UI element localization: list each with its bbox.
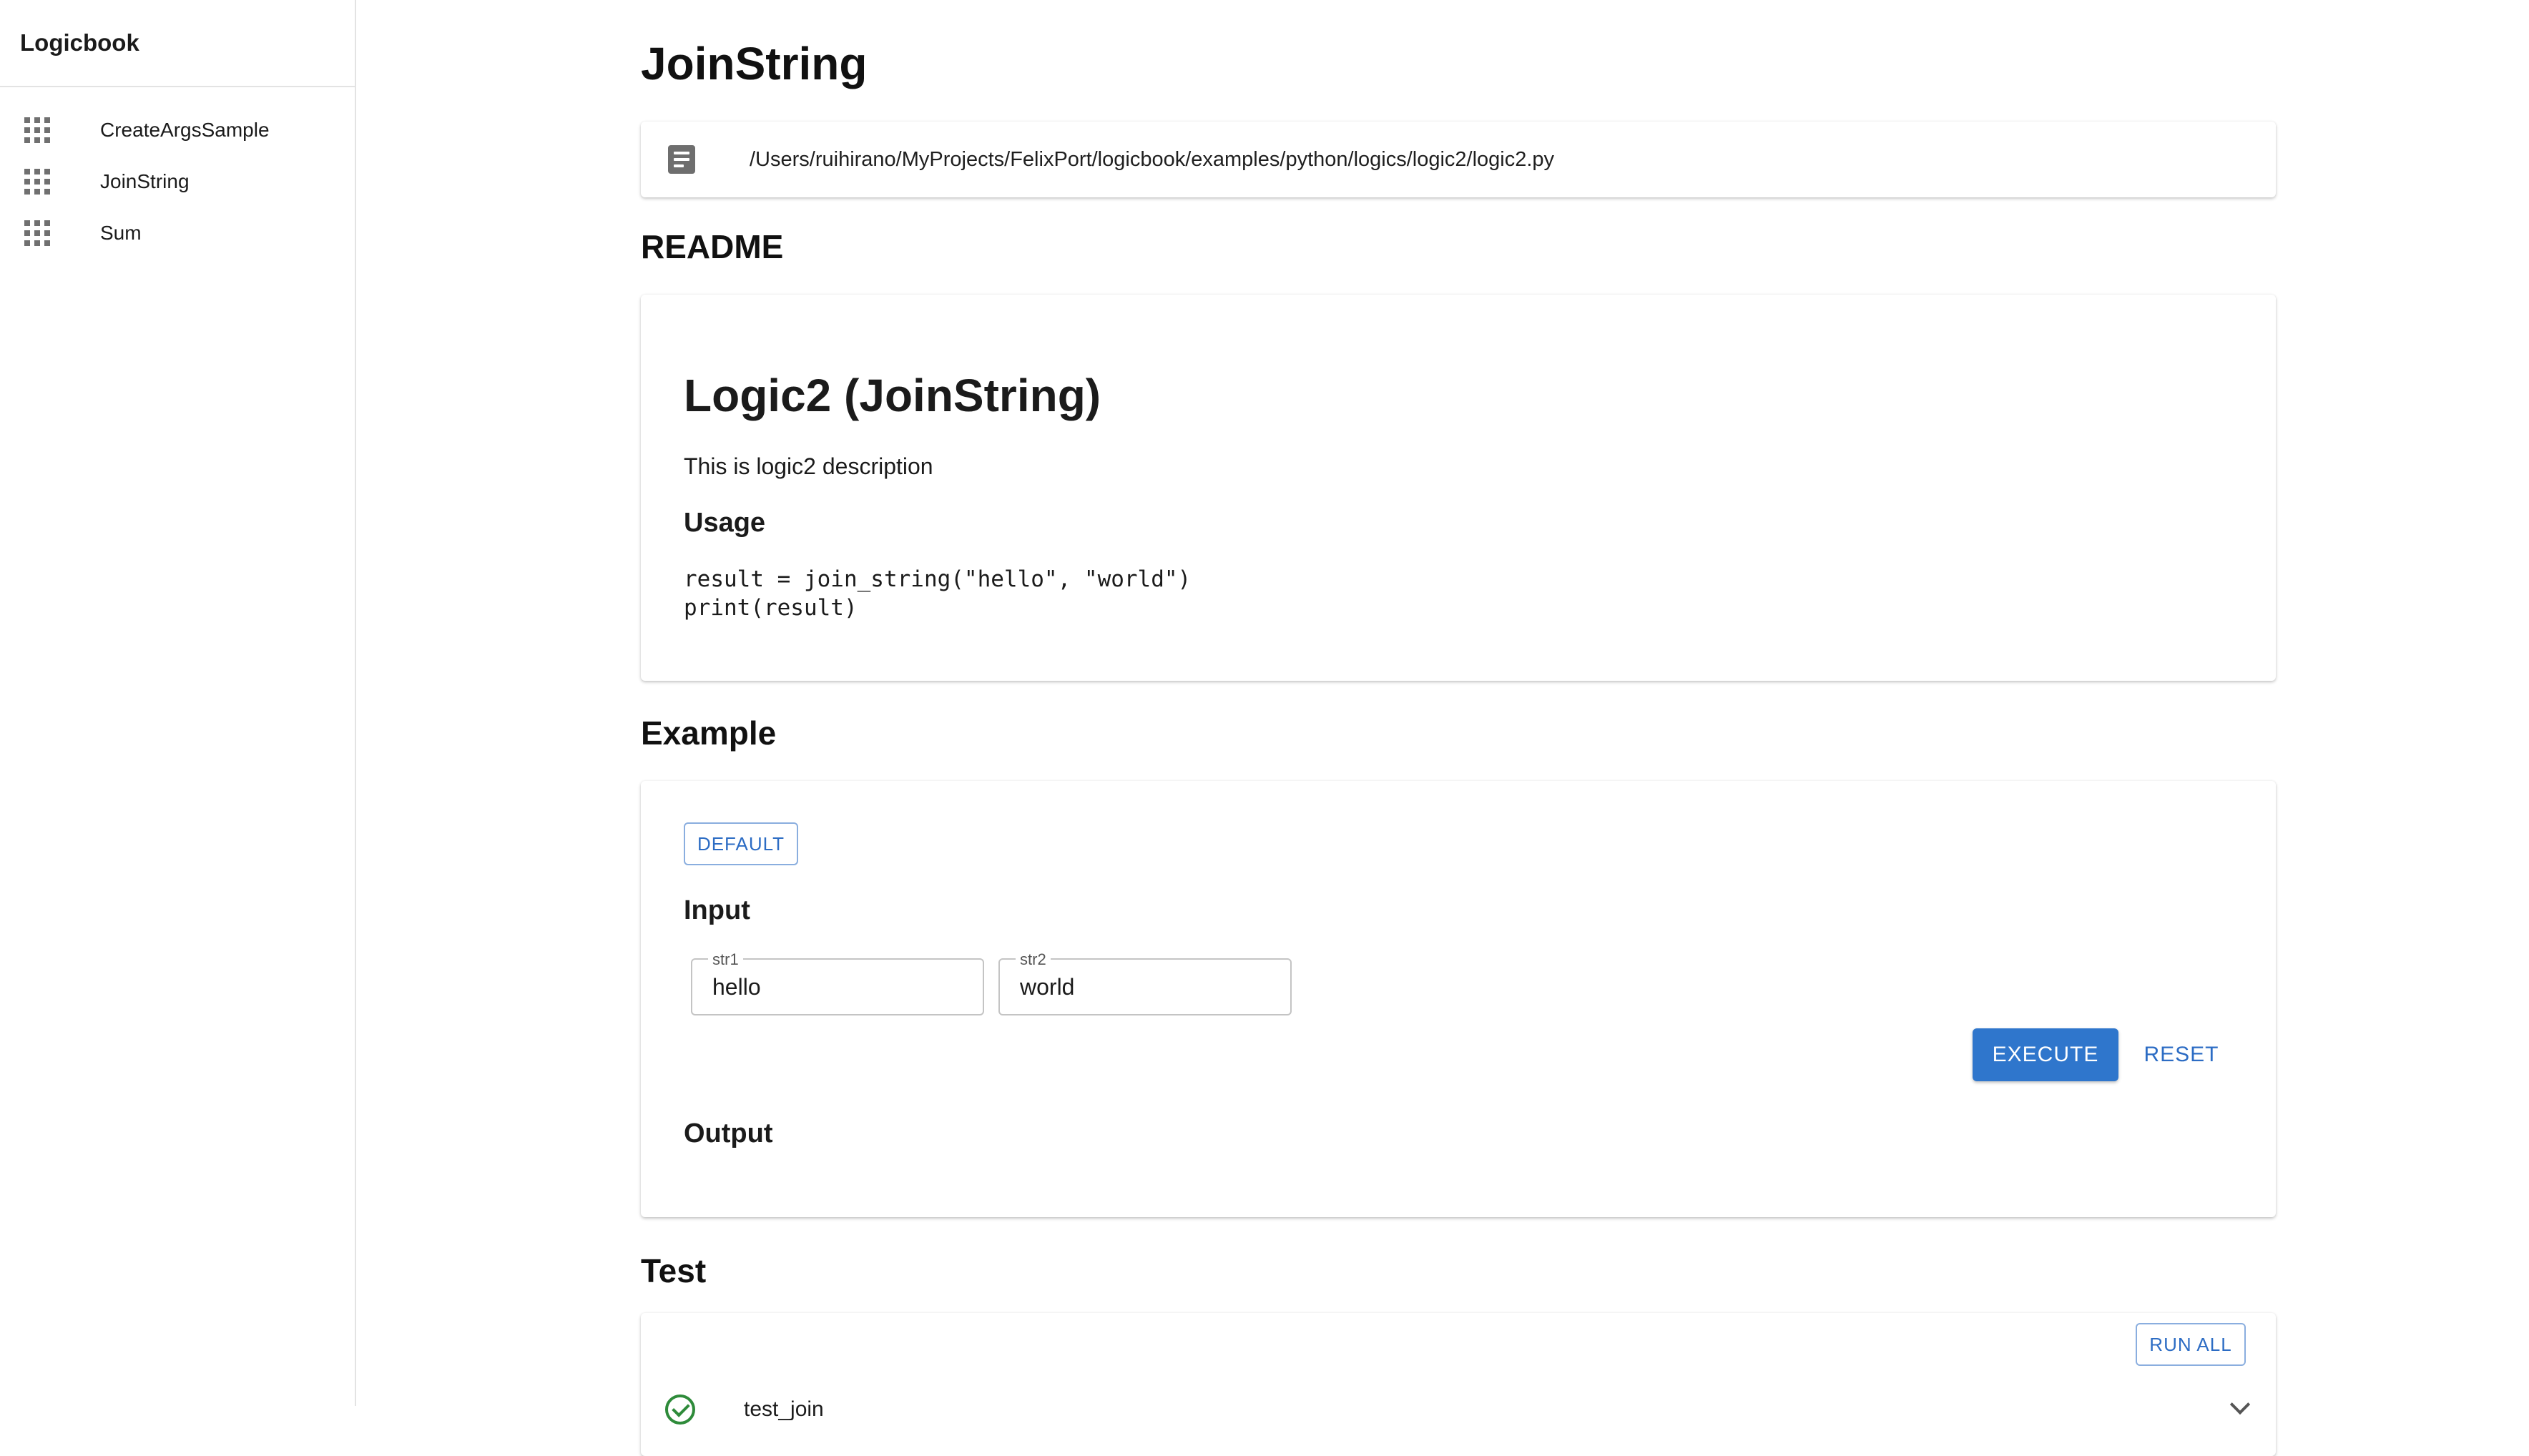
example-section-title: Example — [641, 714, 777, 752]
output-heading: Output — [684, 1118, 773, 1148]
readme-section-title: README — [641, 228, 784, 265]
sidebar-item-label: CreateArgsSample — [100, 119, 270, 141]
str2-field-value[interactable]: world — [1020, 974, 1074, 1000]
test-name: test_join — [744, 1397, 824, 1421]
test-row[interactable]: test_join — [641, 1387, 2276, 1430]
document-icon — [668, 145, 695, 174]
readme-heading: Logic2 (JoinString) — [684, 370, 1101, 421]
reset-button[interactable]: RESET — [2138, 1028, 2224, 1081]
check-circle-icon — [665, 1394, 695, 1425]
file-path-card: /Users/ruihirano/MyProjects/FelixPort/lo… — [641, 122, 2276, 197]
apps-grid-icon — [24, 220, 50, 246]
readme-description: This is logic2 description — [684, 453, 933, 479]
sidebar-nav: CreateArgsSample JoinString Sum — [0, 87, 355, 259]
str2-field[interactable]: str2 world — [998, 950, 1292, 1015]
readme-card: Logic2 (JoinString) This is logic2 descr… — [641, 295, 2276, 681]
str1-field-value[interactable]: hello — [712, 974, 761, 1000]
sidebar-item-label: JoinString — [100, 170, 190, 192]
sidebar-item-label: Sum — [100, 222, 142, 244]
page-title: JoinString — [641, 38, 868, 89]
test-section-title: Test — [641, 1252, 707, 1289]
run-all-button[interactable]: RUN ALL — [2136, 1323, 2246, 1366]
input-heading: Input — [684, 895, 750, 925]
apps-grid-icon — [24, 117, 50, 143]
sidebar-item-createargssample[interactable]: CreateArgsSample — [0, 104, 355, 156]
sidebar: Logicbook CreateArgsSample JoinString Su… — [0, 0, 356, 1406]
usage-code-block: result = join_string("hello", "world") p… — [684, 566, 1192, 621]
app-title: Logicbook — [20, 29, 139, 56]
sidebar-item-sum[interactable]: Sum — [0, 207, 355, 259]
execute-button[interactable]: EXECUTE — [1973, 1028, 2118, 1081]
test-card: RUN ALL test_join — [641, 1313, 2276, 1456]
chevron-down-icon[interactable] — [2229, 1394, 2251, 1415]
usage-heading: Usage — [684, 508, 766, 538]
str2-field-label: str2 — [1016, 950, 1051, 969]
sidebar-item-joinstring[interactable]: JoinString — [0, 156, 355, 207]
str1-field-label: str1 — [708, 950, 743, 969]
example-card: DEFAULT Input str1 hello str2 world EXEC… — [641, 781, 2276, 1217]
sidebar-header: Logicbook — [0, 0, 355, 87]
default-button[interactable]: DEFAULT — [684, 822, 798, 865]
apps-grid-icon — [24, 169, 50, 195]
str1-field[interactable]: str1 hello — [691, 950, 984, 1015]
file-path: /Users/ruihirano/MyProjects/FelixPort/lo… — [750, 147, 1555, 171]
